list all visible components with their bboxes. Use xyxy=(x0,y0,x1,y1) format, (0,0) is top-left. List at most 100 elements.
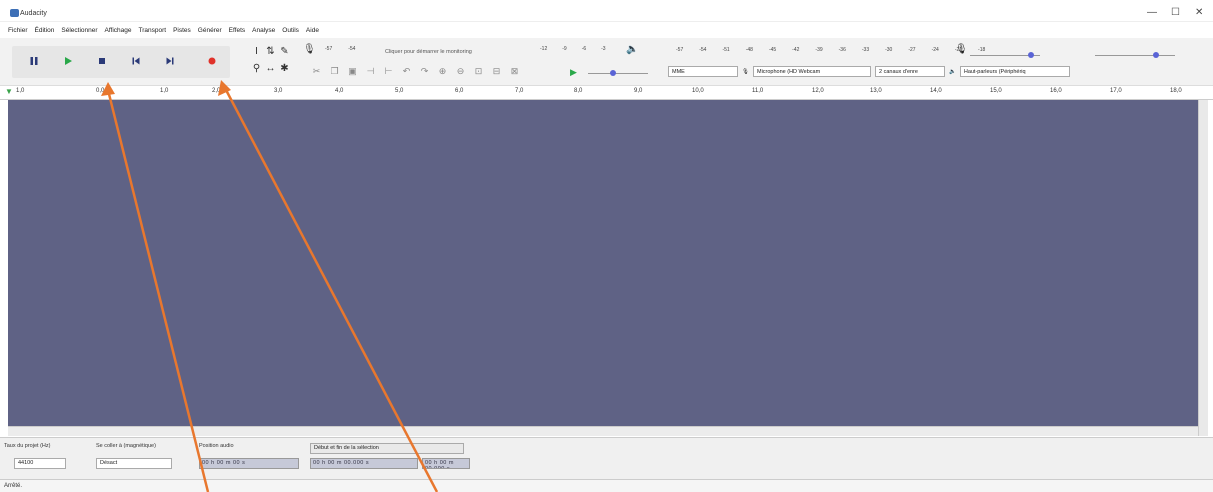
skip-to-end-icon xyxy=(166,57,174,65)
recording-channels-select[interactable]: 2 canaux d'enre xyxy=(874,66,945,77)
timeline-pin-icon[interactable]: ▼ xyxy=(5,87,13,96)
zoom-tool-icon[interactable]: ⚲ xyxy=(250,62,263,75)
fit-selection-icon[interactable]: ⊡ xyxy=(472,66,485,77)
pause-icon xyxy=(30,57,38,65)
status-bar: Arrêté. xyxy=(0,479,1213,492)
speaker-icon: 🔈 xyxy=(948,68,956,75)
copy-icon[interactable]: ❐ xyxy=(328,66,341,77)
menu-effets[interactable]: Effets xyxy=(229,27,246,37)
stop-button[interactable] xyxy=(90,50,114,72)
ruler-tick: 10,0 xyxy=(692,88,704,94)
envelope-tool-icon[interactable]: ⇅ xyxy=(264,45,277,58)
record-meter-scale: -57 -54 xyxy=(325,46,356,52)
record-meter-mic-icon[interactable]: 🎙 xyxy=(303,44,316,55)
ruler-tick: 15,0 xyxy=(990,88,1002,94)
selection-tool-icon[interactable]: I xyxy=(250,45,263,58)
playback-volume-slider[interactable] xyxy=(1095,55,1175,56)
ruler-tick: 13,0 xyxy=(870,88,882,94)
cut-icon[interactable]: ✂ xyxy=(310,66,323,77)
title-bar: Audacity — ☐ ✕ xyxy=(0,0,1213,22)
audio-host-select[interactable]: MME xyxy=(668,66,738,77)
selection-toolbar: Taux du projet (Hz) 44100 Se coller à (m… xyxy=(0,437,1213,479)
status-text: Arrêté. xyxy=(4,483,23,489)
track-panel[interactable] xyxy=(8,100,1198,426)
menu-aide[interactable]: Aide xyxy=(306,27,319,37)
play-speed-slider[interactable] xyxy=(588,73,648,74)
timeshift-tool-icon[interactable]: ↔ xyxy=(264,62,277,75)
menu-affichage[interactable]: Affichage xyxy=(105,27,132,37)
play-icon xyxy=(65,57,72,65)
ruler-tick: 9,0 xyxy=(634,88,643,94)
close-button[interactable]: ✕ xyxy=(1195,8,1203,18)
silence-icon[interactable]: ⊢ xyxy=(382,66,395,77)
recording-device-select[interactable]: Microphone (HD Webcam xyxy=(752,66,871,77)
project-rate-label: Taux du projet (Hz) xyxy=(4,443,51,449)
ruler-tick: 5,0 xyxy=(395,88,404,94)
ruler-tick: 3,0 xyxy=(274,88,283,94)
playback-volume-knob[interactable] xyxy=(1153,52,1159,58)
ruler-tick: 7,0 xyxy=(515,88,524,94)
record-button[interactable] xyxy=(200,50,224,72)
audacity-logo-icon xyxy=(10,9,19,17)
undo-icon[interactable]: ↶ xyxy=(400,66,413,77)
fit-project-icon[interactable]: ⊟ xyxy=(490,66,503,77)
selection-start-value[interactable]: 00 h 00 m 00.000 s xyxy=(310,458,418,469)
menu-pistes[interactable]: Pistes xyxy=(173,27,191,37)
draw-tool-icon[interactable]: ✎ xyxy=(278,45,291,58)
menu-selectionner[interactable]: Sélectionner xyxy=(61,27,97,37)
menu-outils[interactable]: Outils xyxy=(282,27,299,37)
zoom-out-icon[interactable]: ⊖ xyxy=(454,66,467,77)
ruler-tick: 18,0 xyxy=(1170,88,1182,94)
multi-tool-icon[interactable]: ✱ xyxy=(278,62,291,75)
paste-icon[interactable]: ▣ xyxy=(346,66,359,77)
snap-to-label: Se coller à (magnétique) xyxy=(96,443,156,449)
play-button[interactable] xyxy=(56,50,80,72)
pause-button[interactable] xyxy=(22,50,46,72)
record-volume-knob[interactable] xyxy=(1028,52,1034,58)
skip-to-end-button[interactable] xyxy=(158,50,182,72)
ruler-tick: 6,0 xyxy=(455,88,464,94)
record-meter-hint[interactable]: Cliquer pour démarrer le monitoring xyxy=(385,49,472,55)
menu-bar: Fichier Édition Sélectionner Affichage T… xyxy=(8,27,319,37)
ruler-tick: 1,0 xyxy=(16,88,25,94)
playback-meter-speaker-icon[interactable]: 🔈 xyxy=(626,44,638,55)
snap-to-select[interactable]: Désact xyxy=(96,458,172,469)
horizontal-scrollbar[interactable] xyxy=(8,426,1198,436)
selection-mode-select[interactable]: Début et fin de la sélection xyxy=(310,443,464,454)
project-rate-select[interactable]: 44100 xyxy=(14,458,66,469)
minimize-button[interactable]: — xyxy=(1147,8,1157,18)
redo-icon[interactable]: ↷ xyxy=(418,66,431,77)
skip-to-start-button[interactable] xyxy=(124,50,148,72)
skip-to-start-icon xyxy=(132,57,140,65)
timeline-ruler[interactable]: ▼ 1,0 0,0 1,0 2,0 3,0 4,0 5,0 6,0 7,0 8,… xyxy=(0,86,1213,100)
maximize-button[interactable]: ☐ xyxy=(1171,8,1180,18)
ruler-tick: 17,0 xyxy=(1110,88,1122,94)
trim-icon[interactable]: ⊣ xyxy=(364,66,377,77)
ruler-tick: 16,0 xyxy=(1050,88,1062,94)
vertical-scrollbar[interactable] xyxy=(1198,100,1208,436)
menu-edition[interactable]: Édition xyxy=(35,27,55,37)
zoom-toggle-icon[interactable]: ⊠ xyxy=(508,66,521,77)
selection-end-value[interactable]: 00 h 00 m 00.000 s xyxy=(422,458,470,469)
ruler-tick: 1,0 xyxy=(160,88,169,94)
play-at-speed-icon[interactable]: ▶ xyxy=(570,67,577,78)
ruler-tick: 12,0 xyxy=(812,88,824,94)
playback-meter-scale: -12 -9 -6 -3 xyxy=(540,46,606,52)
menu-fichier[interactable]: Fichier xyxy=(8,27,28,37)
audio-position-label: Position audio xyxy=(199,443,234,449)
audio-position-value[interactable]: 00 h 00 m 00 s xyxy=(199,458,299,469)
mixer-mic-icon: 🎙 xyxy=(955,44,968,55)
record-icon xyxy=(208,57,216,65)
edit-toolbar: ✂ ❐ ▣ ⊣ ⊢ ↶ ↷ ⊕ ⊖ ⊡ ⊟ ⊠ xyxy=(310,66,521,77)
play-speed-knob[interactable] xyxy=(610,70,616,76)
playback-device-select[interactable]: Haut-parleurs (Périphériq xyxy=(959,66,1070,77)
microphone-icon: 🎙 xyxy=(742,68,749,75)
ruler-tick: 11,0 xyxy=(752,88,764,94)
zoom-in-icon[interactable]: ⊕ xyxy=(436,66,449,77)
ruler-tick: 4,0 xyxy=(335,88,344,94)
device-toolbar: MME 🎙 Microphone (HD Webcam 2 canaux d'e… xyxy=(668,66,1070,77)
output-meter-scale: -57 -54 -51 -48 -45 -42 -39 -36 -33 -30 … xyxy=(676,47,986,53)
menu-transport[interactable]: Transport xyxy=(139,27,167,37)
menu-analyse[interactable]: Analyse xyxy=(252,27,275,37)
menu-generer[interactable]: Générer xyxy=(198,27,222,37)
